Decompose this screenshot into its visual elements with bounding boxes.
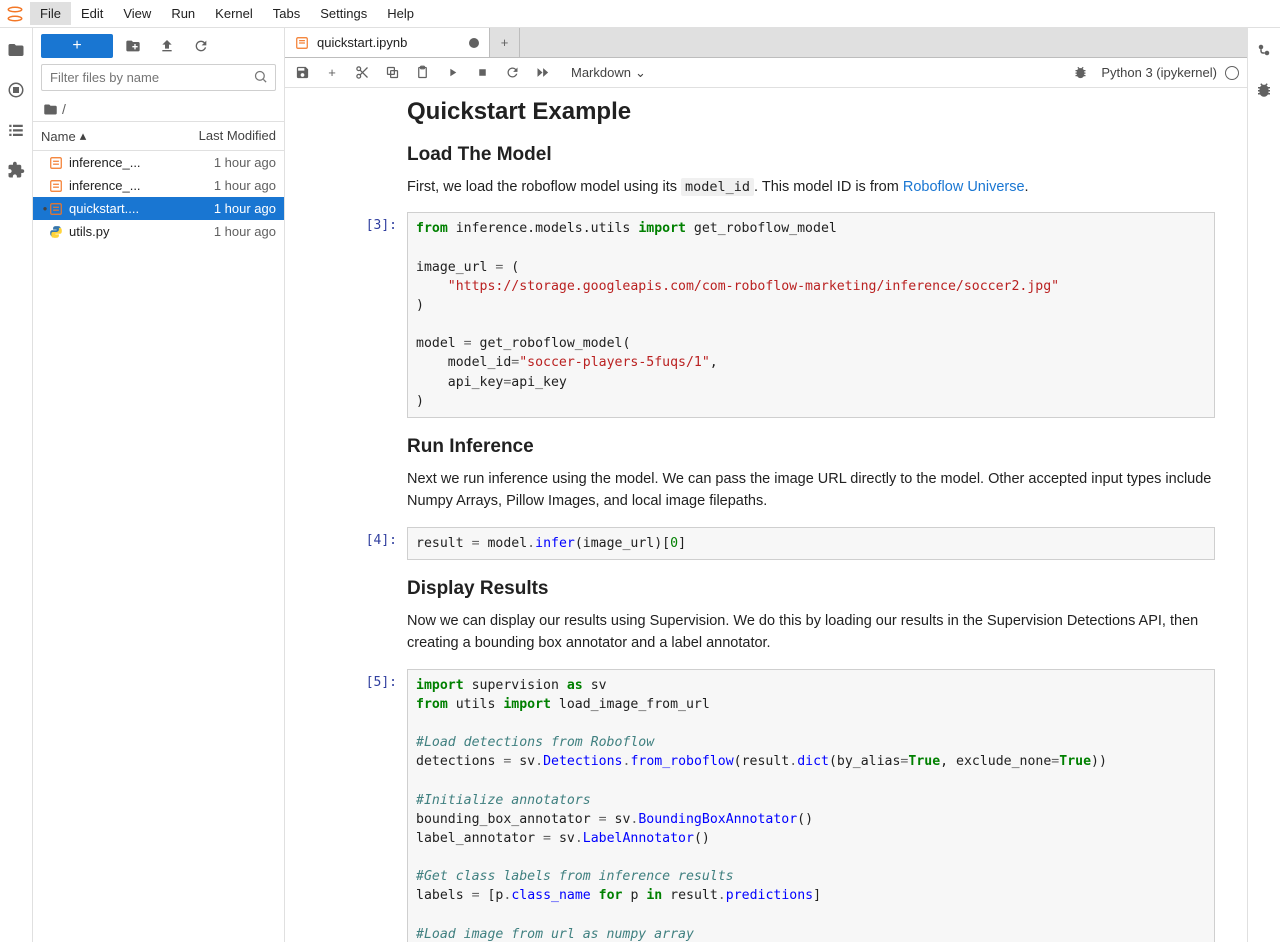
file-row[interactable]: inference_...1 hour ago xyxy=(33,174,284,197)
file-list: inference_...1 hour agoinference_...1 ho… xyxy=(33,151,284,942)
menu-run[interactable]: Run xyxy=(161,2,205,25)
search-icon xyxy=(253,69,268,87)
menu-edit[interactable]: Edit xyxy=(71,2,113,25)
code-input[interactable]: result = model.infer(image_url)[0] xyxy=(407,527,1215,560)
cell-type-dropdown[interactable]: Markdown ⌄ xyxy=(571,65,646,81)
code-input[interactable]: import supervision as sv from utils impo… xyxy=(407,669,1215,942)
file-modified: 1 hour ago xyxy=(180,224,276,239)
file-name: inference_... xyxy=(69,155,180,170)
column-name[interactable]: Name ▴ xyxy=(33,122,174,150)
paste-icon[interactable] xyxy=(413,65,431,80)
file-browser: + / Name ▴ Last Modified inference_...1 … xyxy=(33,28,285,942)
menu-file[interactable]: File xyxy=(30,2,71,25)
run-all-icon[interactable] xyxy=(533,65,551,80)
main-panel: quickstart.ipynb + + Markdown ⌄ xyxy=(285,28,1247,942)
notebook-toolbar: + Markdown ⌄ Python 3 (ipykernel) xyxy=(285,58,1247,88)
notebook-icon xyxy=(49,202,65,216)
heading-load-model: Load The Model xyxy=(407,144,1215,166)
file-name: quickstart.... xyxy=(69,201,180,216)
code-input[interactable]: from inference.models.utils import get_r… xyxy=(407,212,1215,417)
cell-prompt: [3]: xyxy=(345,212,407,417)
file-row[interactable]: ● quickstart....1 hour ago xyxy=(33,197,284,220)
new-launcher-button[interactable]: + xyxy=(41,34,113,58)
paragraph-display-results: Now we can display our results using Sup… xyxy=(407,610,1215,655)
cell-type-label: Markdown xyxy=(571,65,631,80)
add-tab-button[interactable]: + xyxy=(490,28,520,57)
menu-settings[interactable]: Settings xyxy=(310,2,377,25)
property-inspector-icon[interactable] xyxy=(1254,40,1274,60)
toolbar-bug-icon[interactable] xyxy=(1071,65,1089,80)
menu-view[interactable]: View xyxy=(113,2,161,25)
kernel-status-icon xyxy=(1225,66,1239,80)
sort-asc-icon: ▴ xyxy=(80,128,87,144)
chevron-down-icon: ⌄ xyxy=(635,65,646,81)
folder-icon[interactable] xyxy=(6,40,26,60)
unsaved-indicator-icon xyxy=(469,38,479,48)
save-icon[interactable] xyxy=(293,65,311,80)
toc-icon[interactable] xyxy=(6,120,26,140)
stop-icon[interactable] xyxy=(473,66,491,79)
new-folder-icon[interactable] xyxy=(119,34,147,58)
file-name: inference_... xyxy=(69,178,180,193)
restart-icon[interactable] xyxy=(503,65,521,80)
running-dot-icon: ● xyxy=(41,204,49,213)
paragraph-load-model: First, we load the roboflow model using … xyxy=(407,176,1215,198)
heading-quickstart: Quickstart Example xyxy=(407,98,1215,126)
code-cell-3[interactable]: [3]: from inference.models.utils import … xyxy=(345,212,1215,417)
kernel-name: Python 3 (ipykernel) xyxy=(1101,65,1217,80)
jupyter-logo-icon xyxy=(0,5,30,23)
cut-icon[interactable] xyxy=(353,65,371,80)
cell-prompt: [4]: xyxy=(345,527,407,560)
notebook-icon xyxy=(49,179,65,193)
copy-icon[interactable] xyxy=(383,65,401,80)
file-modified: 1 hour ago xyxy=(180,178,276,193)
tab-bar: quickstart.ipynb + xyxy=(285,28,1247,58)
running-icon[interactable] xyxy=(6,80,26,100)
heading-display-results: Display Results xyxy=(407,578,1215,600)
extensions-icon[interactable] xyxy=(6,160,26,180)
file-name: utils.py xyxy=(69,224,180,239)
menu-kernel[interactable]: Kernel xyxy=(205,2,263,25)
menu-help[interactable]: Help xyxy=(377,2,424,25)
run-icon[interactable] xyxy=(443,66,461,79)
notebook-area[interactable]: Quickstart Example Load The Model First,… xyxy=(285,88,1247,942)
notebook-icon xyxy=(295,36,309,50)
upload-icon[interactable] xyxy=(153,34,181,58)
insert-cell-icon[interactable]: + xyxy=(323,65,341,80)
debug-icon[interactable] xyxy=(1254,80,1274,100)
left-activity-bar xyxy=(0,28,33,942)
paragraph-run-inference: Next we run inference using the model. W… xyxy=(407,468,1215,513)
menu-tabs[interactable]: Tabs xyxy=(263,2,310,25)
file-list-header: Name ▴ Last Modified xyxy=(33,121,284,151)
refresh-icon[interactable] xyxy=(187,34,215,58)
tab-quickstart[interactable]: quickstart.ipynb xyxy=(285,28,490,57)
breadcrumb[interactable]: / xyxy=(33,97,284,121)
tab-label: quickstart.ipynb xyxy=(317,35,407,50)
heading-run-inference: Run Inference xyxy=(407,436,1215,458)
file-modified: 1 hour ago xyxy=(180,155,276,170)
notebook-icon xyxy=(49,156,65,170)
column-modified[interactable]: Last Modified xyxy=(174,122,284,150)
cell-prompt: [5]: xyxy=(345,669,407,942)
kernel-indicator[interactable]: Python 3 (ipykernel) xyxy=(1101,65,1239,80)
code-cell-5[interactable]: [5]: import supervision as sv from utils… xyxy=(345,669,1215,942)
file-modified: 1 hour ago xyxy=(180,201,276,216)
python-icon xyxy=(49,225,65,239)
right-activity-bar xyxy=(1247,28,1280,942)
menubar: FileEditViewRunKernelTabsSettingsHelp xyxy=(0,0,1280,28)
file-row[interactable]: inference_...1 hour ago xyxy=(33,151,284,174)
roboflow-universe-link[interactable]: Roboflow Universe xyxy=(903,179,1025,195)
breadcrumb-root: / xyxy=(62,101,66,117)
filter-files-input[interactable] xyxy=(41,64,276,91)
code-cell-4[interactable]: [4]: result = model.infer(image_url)[0] xyxy=(345,527,1215,560)
file-row[interactable]: utils.py1 hour ago xyxy=(33,220,284,243)
